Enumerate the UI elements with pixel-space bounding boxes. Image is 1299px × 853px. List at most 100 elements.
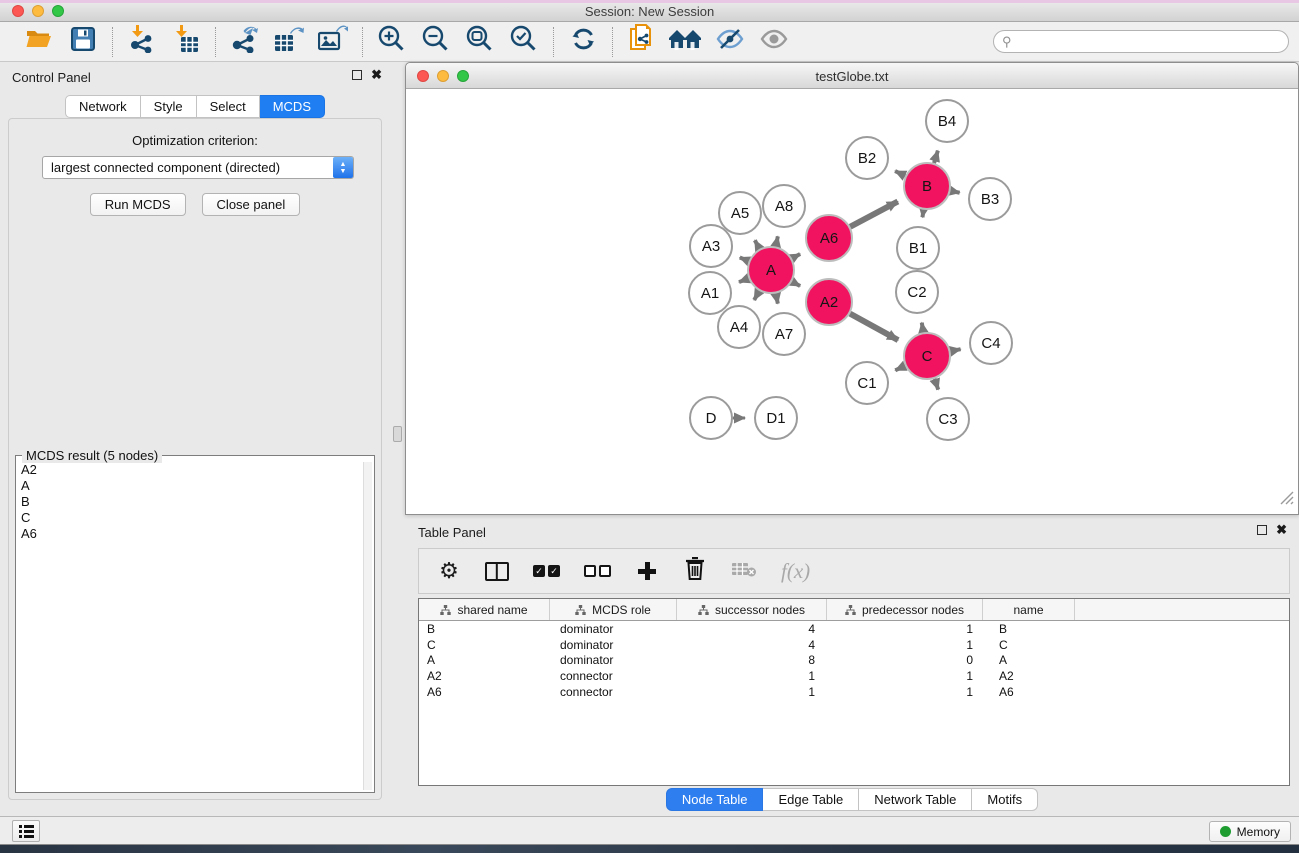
- graph-node-D1[interactable]: D1: [755, 397, 797, 439]
- graph-node-B2[interactable]: B2: [846, 137, 888, 179]
- graph-node-A2[interactable]: A2: [806, 279, 852, 325]
- float-table-panel-icon[interactable]: [1257, 525, 1267, 535]
- tab-network-table[interactable]: Network Table: [859, 788, 972, 811]
- graph-node-A3[interactable]: A3: [690, 225, 732, 267]
- delete-table-button[interactable]: [731, 557, 757, 585]
- network-canvas[interactable]: B4 B2 B B3 A8A5 A6 A3 B1 A C2 A1 A2 A4A7 C4 C C1 C3 D D1: [407, 89, 1297, 513]
- mcds-result-list[interactable]: A2ABCA6: [18, 462, 362, 790]
- float-panel-icon[interactable]: [352, 70, 362, 80]
- close-table-panel-icon[interactable]: ✖: [1276, 525, 1287, 535]
- column-header-shared-name[interactable]: shared name: [419, 599, 550, 620]
- graph-edge-A-A3[interactable]: [740, 258, 749, 262]
- graph-node-A7[interactable]: A7: [763, 313, 805, 355]
- graph-edge-C-C3[interactable]: [935, 379, 939, 390]
- graph-edge-A6-B[interactable]: [850, 201, 898, 226]
- panel-splitter-handle[interactable]: [393, 426, 402, 442]
- tab-node-table[interactable]: Node Table: [666, 788, 764, 811]
- tab-mcds[interactable]: MCDS: [260, 95, 325, 118]
- delete-column-button[interactable]: [683, 557, 707, 585]
- graph-edge-A-A1[interactable]: [739, 278, 749, 282]
- open-session-button[interactable]: [24, 27, 54, 57]
- task-history-button[interactable]: [12, 820, 40, 842]
- column-header-MCDS-role[interactable]: MCDS role: [550, 599, 677, 620]
- graph-edge-A2-C[interactable]: [850, 314, 898, 340]
- graph-node-C4[interactable]: C4: [970, 322, 1012, 364]
- copy-network-view-button[interactable]: [627, 27, 657, 57]
- graph-edge-A-A5[interactable]: [755, 240, 760, 249]
- table-row[interactable]: Adominator80A: [419, 653, 1289, 669]
- graph-node-D[interactable]: D: [690, 397, 732, 439]
- table-settings-button[interactable]: ⚙: [437, 557, 461, 585]
- mcds-result-item[interactable]: A: [18, 478, 362, 494]
- refresh-button[interactable]: [568, 27, 598, 57]
- graph-node-B1[interactable]: B1: [897, 227, 939, 269]
- select-all-button[interactable]: ✓✓: [533, 557, 560, 585]
- graph-edge-A-A4[interactable]: [754, 291, 759, 300]
- criterion-dropdown[interactable]: largest connected component (directed) ▲…: [42, 156, 354, 179]
- export-image-button[interactable]: [318, 27, 348, 57]
- import-network-button[interactable]: [127, 27, 157, 57]
- graph-node-A1[interactable]: A1: [689, 272, 731, 314]
- search-input[interactable]: [993, 30, 1289, 53]
- table-row[interactable]: A2connector11A2: [419, 668, 1289, 684]
- graph-node-C2[interactable]: C2: [896, 271, 938, 313]
- table-row[interactable]: Bdominator41B: [419, 621, 1289, 637]
- graph-edge-A-A8[interactable]: [776, 236, 778, 246]
- graph-node-A8[interactable]: A8: [763, 185, 805, 227]
- graph-node-C3[interactable]: C3: [927, 398, 969, 440]
- graph-node-A4[interactable]: A4: [718, 306, 760, 348]
- graph-node-B[interactable]: B: [904, 163, 950, 209]
- graph-node-C1[interactable]: C1: [846, 362, 888, 404]
- tab-select[interactable]: Select: [197, 95, 260, 118]
- function-builder-button[interactable]: f(x): [781, 557, 810, 585]
- graph-edge-B-B4[interactable]: [934, 151, 938, 163]
- export-table-button[interactable]: [274, 27, 304, 57]
- resize-grip-icon[interactable]: [1280, 491, 1294, 510]
- column-view-button[interactable]: [485, 557, 509, 585]
- add-column-button[interactable]: [635, 557, 659, 585]
- graph-node-B3[interactable]: B3: [969, 178, 1011, 220]
- tab-style[interactable]: Style: [141, 95, 197, 118]
- mcds-result-item[interactable]: A2: [18, 462, 362, 478]
- graph-node-A5[interactable]: A5: [719, 192, 761, 234]
- graph-edge-A-A7[interactable]: [776, 294, 778, 304]
- column-header-predecessor-nodes[interactable]: predecessor nodes: [827, 599, 983, 620]
- graph-edge-C-C1[interactable]: [895, 366, 905, 370]
- column-header-successor-nodes[interactable]: successor nodes: [677, 599, 827, 620]
- home-button[interactable]: [671, 27, 701, 57]
- memory-button[interactable]: Memory: [1209, 821, 1291, 842]
- zoom-selected-button[interactable]: [509, 27, 539, 57]
- graph-edge-B-B2[interactable]: [895, 171, 905, 176]
- save-session-button[interactable]: [68, 27, 98, 57]
- zoom-fit-button[interactable]: [465, 27, 495, 57]
- zoom-out-button[interactable]: [421, 27, 451, 57]
- table-row[interactable]: Cdominator41C: [419, 637, 1289, 653]
- show-graphics-details-button[interactable]: [759, 27, 789, 57]
- close-panel-icon[interactable]: ✖: [371, 70, 382, 80]
- zoom-in-button[interactable]: [377, 27, 407, 57]
- mcds-result-item[interactable]: C: [18, 510, 362, 526]
- tab-motifs[interactable]: Motifs: [972, 788, 1038, 811]
- column-header-name[interactable]: name: [983, 599, 1075, 620]
- mcds-result-item[interactable]: A6: [18, 526, 362, 542]
- export-network-button[interactable]: [230, 27, 260, 57]
- graph-edge-C-C4[interactable]: [951, 349, 961, 351]
- run-mcds-button[interactable]: Run MCDS: [90, 193, 186, 216]
- deselect-all-button[interactable]: [584, 557, 611, 585]
- graph-node-B4[interactable]: B4: [926, 100, 968, 142]
- hide-graphics-details-button[interactable]: [715, 27, 745, 57]
- close-panel-button[interactable]: Close panel: [202, 193, 301, 216]
- graph-edge-B-B3[interactable]: [951, 191, 960, 193]
- graph-edge-A-A2[interactable]: [792, 282, 800, 286]
- graph-node-C[interactable]: C: [904, 333, 950, 379]
- table-row[interactable]: A6connector11A6: [419, 684, 1289, 700]
- graph-node-A6[interactable]: A6: [806, 215, 852, 261]
- tab-network[interactable]: Network: [65, 95, 141, 118]
- graph-edge-A-A6[interactable]: [792, 254, 800, 258]
- tab-edge-table[interactable]: Edge Table: [763, 788, 859, 811]
- graph-edge-B-B1[interactable]: [922, 210, 923, 218]
- graph-edge-C-C2[interactable]: [922, 323, 924, 333]
- graph-node-A[interactable]: A: [748, 247, 794, 293]
- mcds-result-item[interactable]: B: [18, 494, 362, 510]
- import-table-button[interactable]: [171, 27, 201, 57]
